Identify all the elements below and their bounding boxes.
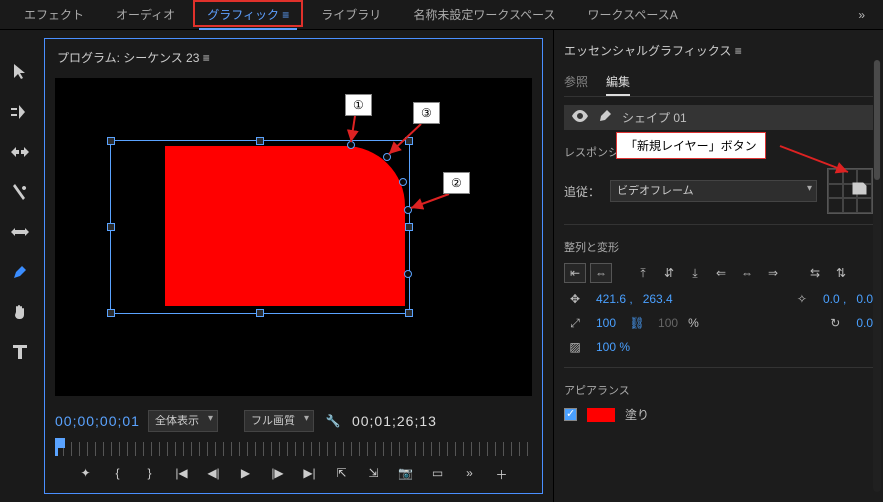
- annotation-callout-1: ①: [345, 94, 372, 116]
- tab-library[interactable]: ライブラリ: [305, 0, 397, 30]
- layer-name[interactable]: シェイプ 01: [622, 109, 687, 126]
- visibility-toggle-icon[interactable]: [572, 110, 588, 125]
- tabs-overflow-button[interactable]: »: [848, 8, 875, 22]
- type-tool[interactable]: [8, 340, 32, 364]
- annotation-callout-2: ②: [443, 172, 470, 194]
- follow-label: 追従：: [564, 183, 600, 200]
- ripple-edit-tool[interactable]: [8, 140, 32, 164]
- fill-color-swatch[interactable]: [587, 408, 615, 422]
- timecode-out: 00;01;26;13: [352, 413, 437, 429]
- pen-tool[interactable]: [8, 260, 32, 284]
- bezier-node[interactable]: [383, 153, 391, 161]
- position-icon: ✥: [564, 289, 586, 309]
- more-transport-button[interactable]: »: [459, 466, 481, 483]
- rotation-icon: ↻: [824, 313, 846, 333]
- tab-graphics[interactable]: グラフィック ≡: [191, 0, 305, 30]
- tab-graphics-label: グラフィック: [207, 8, 279, 22]
- appearance-title: アピアランス: [564, 382, 873, 398]
- workspace-tabs: エフェクト オーディオ グラフィック ≡ ライブラリ 名称未設定ワークスペース …: [0, 0, 883, 30]
- fill-label: 塗り: [625, 406, 649, 423]
- compare-button[interactable]: ▭: [427, 466, 449, 483]
- align-transform-title: 整列と変形: [564, 239, 873, 255]
- transport-bar: 00;00;00;01 全体表示 フル画質 🔧 00;01;26;13: [55, 410, 532, 432]
- align-hcenter-icon[interactable]: ⇔: [736, 263, 758, 283]
- quality-select[interactable]: フル画質: [244, 410, 314, 432]
- annotation-callout-newlayer: 「新規レイヤー」ボタン: [616, 132, 766, 159]
- align-vcenter-icon[interactable]: ⇵: [658, 263, 680, 283]
- distribute-h-icon[interactable]: ⇆: [804, 263, 826, 283]
- bezier-node[interactable]: [404, 270, 412, 278]
- align-hright-icon[interactable]: ⇒: [762, 263, 784, 283]
- align-center-h-icon[interactable]: ⇔: [590, 263, 612, 283]
- new-layer-button[interactable]: [851, 180, 869, 199]
- mark-in-button[interactable]: {: [107, 466, 129, 483]
- play-button[interactable]: ▶: [235, 466, 257, 483]
- wrench-icon[interactable]: 🔧: [322, 411, 344, 431]
- transport-buttons: ✦ { } |◀ ◀| ▶ |▶ ▶| ⇱ ⇲ 📷 ▭ » ＋: [55, 466, 532, 483]
- position-y[interactable]: 263.4: [643, 292, 673, 306]
- egp-tab-edit[interactable]: 編集: [606, 69, 630, 96]
- tool-strip: [0, 30, 40, 502]
- anchor-y[interactable]: 0.0: [856, 292, 873, 306]
- hand-tool[interactable]: [8, 300, 32, 324]
- tab-effects[interactable]: エフェクト: [8, 0, 100, 30]
- timecode-in[interactable]: 00;00;00;01: [55, 413, 140, 429]
- time-ruler[interactable]: [55, 442, 532, 456]
- selection-bounding-box[interactable]: [110, 140, 410, 314]
- scale-w[interactable]: 100: [596, 316, 616, 330]
- step-back-button[interactable]: ◀|: [203, 466, 225, 483]
- program-monitor-panel: プログラム: シーケンス 23 ≡: [40, 30, 553, 502]
- opacity-icon: ▨: [564, 337, 586, 357]
- mark-out-button[interactable]: }: [139, 466, 161, 483]
- egp-tab-browse[interactable]: 参照: [564, 69, 588, 96]
- link-icon[interactable]: ⛓: [626, 313, 648, 333]
- tab-audio[interactable]: オーディオ: [100, 0, 191, 30]
- extract-button[interactable]: ⇲: [363, 466, 385, 483]
- razor-tool[interactable]: [8, 180, 32, 204]
- export-frame-button[interactable]: 📷: [395, 466, 417, 483]
- align-hleft-icon[interactable]: ⇐: [710, 263, 732, 283]
- align-left-icon[interactable]: ⇤: [564, 263, 586, 283]
- distribute-v-icon[interactable]: ⇅: [830, 263, 852, 283]
- step-forward-button[interactable]: |▶: [267, 466, 289, 483]
- opacity-value[interactable]: 100 %: [596, 340, 630, 354]
- fill-enable-checkbox[interactable]: [564, 408, 577, 421]
- anchor-x[interactable]: 0.0 ,: [823, 292, 846, 306]
- follow-select[interactable]: ビデオフレーム: [610, 180, 817, 202]
- scale-icon: ⤢: [564, 313, 586, 333]
- tab-workspace-a[interactable]: ワークスペースA: [572, 0, 694, 30]
- annotation-callout-3: ③: [413, 102, 440, 124]
- scale-pct-label: %: [688, 316, 699, 330]
- go-to-in-button[interactable]: |◀: [171, 466, 193, 483]
- align-bottom-icon[interactable]: ⤓: [684, 263, 706, 283]
- bezier-node[interactable]: [399, 178, 407, 186]
- track-select-tool[interactable]: [8, 100, 32, 124]
- layer-type-icon: [598, 109, 612, 126]
- essential-graphics-panel: エッセンシャルグラフィックス ≡ 参照 編集 シェイプ 01 レスポンシブデザイ…: [553, 30, 883, 502]
- program-viewport[interactable]: ① ③ ②: [55, 78, 532, 396]
- essential-graphics-title: エッセンシャルグラフィックス ≡: [564, 38, 873, 69]
- position-x[interactable]: 421.6 ,: [596, 292, 633, 306]
- align-top-icon[interactable]: ⤒: [632, 263, 654, 283]
- layer-row[interactable]: シェイプ 01: [564, 105, 873, 130]
- scale-h: 100: [658, 316, 678, 330]
- go-to-out-button[interactable]: ▶|: [299, 466, 321, 483]
- selection-tool[interactable]: [8, 60, 32, 84]
- button-editor-button[interactable]: ＋: [491, 466, 513, 483]
- bezier-node[interactable]: [404, 206, 412, 214]
- anchor-icon: ✧: [791, 289, 813, 309]
- bezier-node[interactable]: [347, 141, 355, 149]
- zoom-select[interactable]: 全体表示: [148, 410, 218, 432]
- align-buttons: ⇤ ⇔ ⤒ ⇵ ⤓ ⇐ ⇔ ⇒ ⇆ ⇅: [564, 263, 873, 283]
- program-monitor-title: プログラム: シーケンス 23 ≡: [55, 45, 532, 74]
- panel-scrollbar[interactable]: [873, 60, 881, 492]
- lift-button[interactable]: ⇱: [331, 466, 353, 483]
- tab-unnamed-workspace[interactable]: 名称未設定ワークスペース: [397, 0, 571, 30]
- add-marker-button[interactable]: ✦: [75, 466, 97, 483]
- slip-tool[interactable]: [8, 220, 32, 244]
- rotation-value[interactable]: 0.0: [856, 316, 873, 330]
